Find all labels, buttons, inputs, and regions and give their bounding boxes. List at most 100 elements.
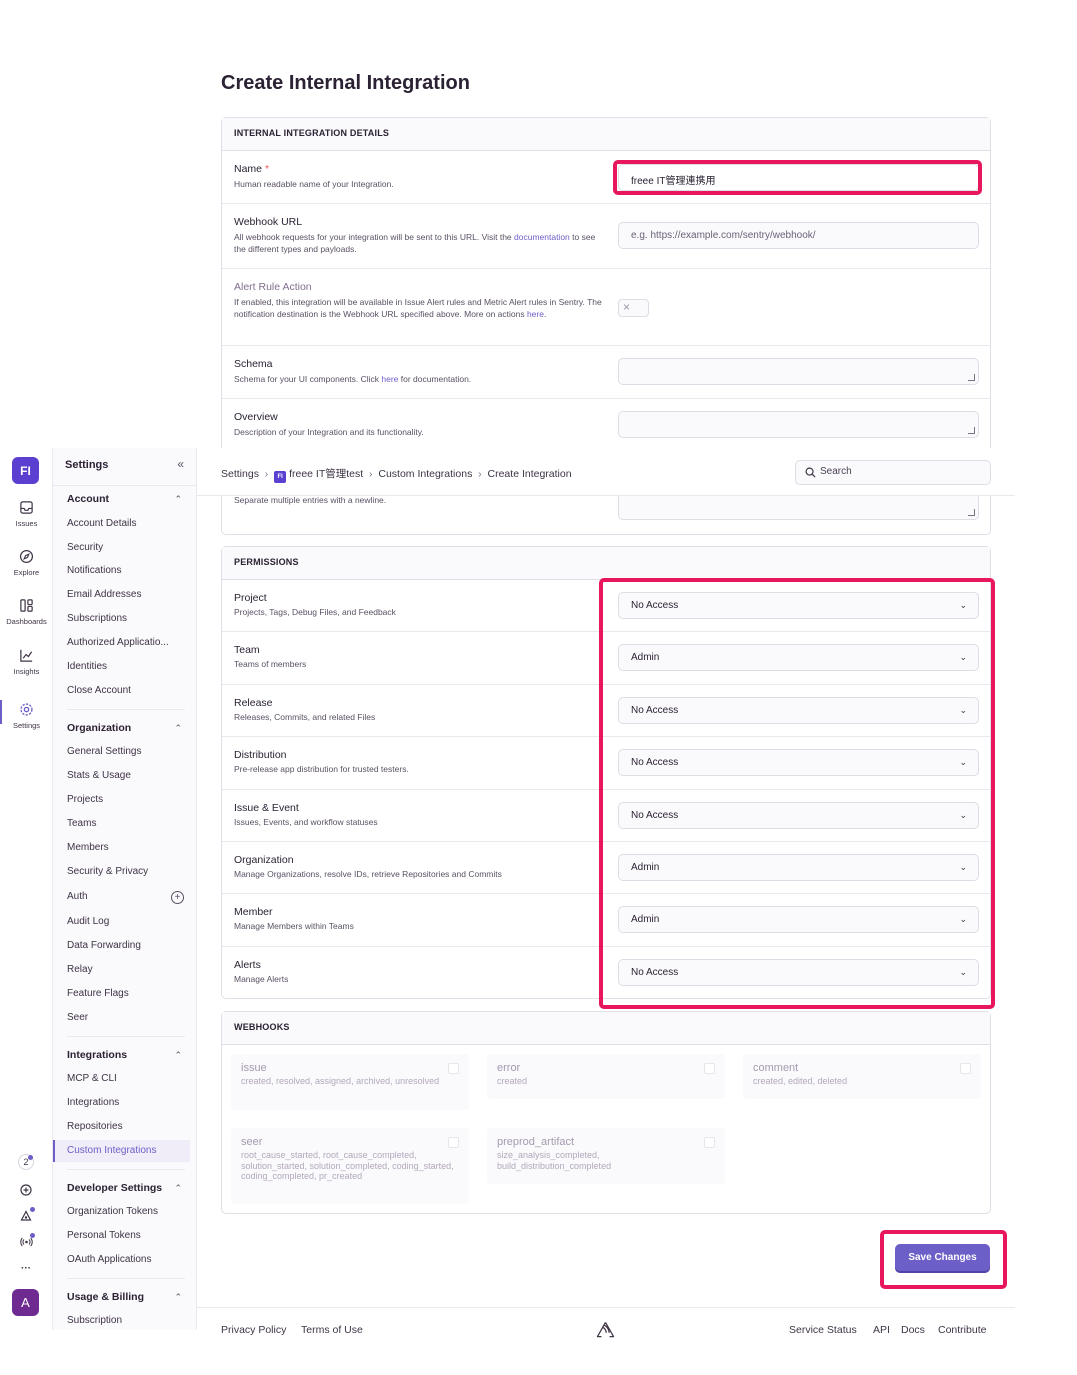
compass-icon xyxy=(19,549,34,564)
breadcrumb-settings[interactable]: Settings xyxy=(221,468,259,480)
section-integrations[interactable]: Integrations xyxy=(67,1049,127,1061)
sidebar-item-organization-tokens[interactable]: Organization Tokens xyxy=(67,1206,187,1217)
sidebar-item-feature-flags[interactable]: Feature Flags xyxy=(67,988,187,999)
permission-row: Issue & Event Issues, Events, and workflo… xyxy=(222,790,990,842)
partial-textarea[interactable] xyxy=(618,492,979,520)
sidebar-item-oauth-applications[interactable]: OAuth Applications xyxy=(67,1254,187,1265)
schema-here-link[interactable]: here xyxy=(381,374,398,384)
footer-privacy-link[interactable]: Privacy Policy xyxy=(221,1324,286,1336)
alert-rule-action-row: Alert Rule Action If enabled, this integ… xyxy=(222,269,990,346)
primary-nav-rail: FI Issues Explore Dashboards Insights Se… xyxy=(0,448,53,1330)
broadcast-icon[interactable] xyxy=(17,1207,35,1225)
permission-select[interactable]: No Access ⌄ xyxy=(618,696,979,724)
sidebar-item-repositories[interactable]: Repositories xyxy=(67,1121,187,1132)
sidebar-item-security[interactable]: Security xyxy=(67,542,187,553)
section-account[interactable]: Account xyxy=(67,493,109,505)
chevron-up-icon[interactable]: ⌃ xyxy=(174,723,182,734)
divider xyxy=(67,1036,185,1037)
chevron-down-icon: ⌄ xyxy=(959,600,967,610)
collapse-icon[interactable]: « xyxy=(177,457,184,471)
add-circle-icon[interactable] xyxy=(17,1181,35,1199)
footer-service-status-link[interactable]: Service Status xyxy=(789,1324,857,1336)
name-input[interactable]: freee IT管理連携用 xyxy=(618,164,979,191)
sidebar-item-subscriptions[interactable]: Subscriptions xyxy=(67,613,187,624)
permission-select[interactable]: Admin ⌄ xyxy=(618,906,979,934)
permission-select[interactable]: No Access ⌄ xyxy=(618,592,979,619)
sidebar-item-teams[interactable]: Teams xyxy=(67,818,187,829)
sidebar-item-stats-usage[interactable]: Stats & Usage xyxy=(67,770,187,781)
rail-issues[interactable]: Issues xyxy=(0,500,53,528)
sidebar-item-general-settings[interactable]: General Settings xyxy=(67,746,187,757)
help-icon[interactable]: 2 xyxy=(18,1154,34,1170)
alert-rule-action-toggle[interactable]: × xyxy=(618,299,649,317)
sidebar-item-identities[interactable]: Identities xyxy=(67,661,187,672)
sidebar-item-relay[interactable]: Relay xyxy=(67,964,187,975)
permission-select[interactable]: No Access ⌄ xyxy=(618,958,979,986)
webhook-preprod-artifact[interactable]: preprod_artifact size_analysis_completed… xyxy=(487,1128,725,1184)
webhook-issue-checkbox[interactable] xyxy=(448,1063,459,1074)
chevron-up-icon[interactable]: ⌃ xyxy=(174,1292,182,1303)
sidebar-item-security-privacy[interactable]: Security & Privacy xyxy=(67,866,187,877)
footer-terms-link[interactable]: Terms of Use xyxy=(301,1324,363,1336)
webhook-seer-checkbox[interactable] xyxy=(448,1137,459,1148)
schema-textarea[interactable] xyxy=(618,358,979,385)
org-switcher[interactable]: FI xyxy=(12,457,39,484)
chart-icon xyxy=(20,649,33,662)
webhook-comment[interactable]: comment created, edited, deleted xyxy=(743,1054,981,1099)
sidebar-item-projects[interactable]: Projects xyxy=(67,794,187,805)
permission-select[interactable]: Admin ⌄ xyxy=(618,853,979,881)
avatar[interactable]: A xyxy=(12,1289,39,1316)
sidebar-item-integrations[interactable]: Integrations xyxy=(67,1097,187,1108)
signal-icon[interactable] xyxy=(17,1233,35,1251)
sidebar-item-account-details[interactable]: Account Details xyxy=(67,518,187,529)
search-icon xyxy=(805,467,816,478)
save-changes-button[interactable]: Save Changes xyxy=(895,1244,990,1271)
sidebar-item-audit-log[interactable]: Audit Log xyxy=(67,916,187,927)
section-usage-billing[interactable]: Usage & Billing xyxy=(67,1291,144,1303)
footer-api-link[interactable]: API xyxy=(873,1324,890,1336)
search-input[interactable]: Search xyxy=(795,460,991,485)
sidebar-item-email-addresses[interactable]: Email Addresses xyxy=(67,589,187,600)
webhook-comment-checkbox[interactable] xyxy=(960,1063,971,1074)
breadcrumb-custom-integrations[interactable]: Custom Integrations xyxy=(378,468,472,480)
sidebar-item-members[interactable]: Members xyxy=(67,842,187,853)
footer-docs-link[interactable]: Docs xyxy=(901,1324,925,1336)
chevron-up-icon[interactable]: ⌃ xyxy=(174,494,182,505)
chevron-up-icon[interactable]: ⌃ xyxy=(174,1183,182,1194)
section-organization[interactable]: Organization xyxy=(67,722,131,734)
webhook-url-input[interactable]: e.g. https://example.com/sentry/webhook/ xyxy=(618,222,979,249)
breadcrumb-org[interactable]: freee IT管理test xyxy=(289,468,363,480)
chevron-up-icon[interactable]: ⌃ xyxy=(174,1050,182,1061)
more-icon[interactable]: ··· xyxy=(17,1259,35,1277)
rail-settings[interactable]: Settings xyxy=(0,702,53,730)
webhook-preprod-artifact-checkbox[interactable] xyxy=(704,1137,715,1148)
section-developer-settings[interactable]: Developer Settings xyxy=(67,1182,162,1194)
sidebar-item-mcp-cli[interactable]: MCP & CLI xyxy=(67,1073,187,1084)
documentation-link[interactable]: documentation xyxy=(514,232,570,242)
rail-explore[interactable]: Explore xyxy=(0,549,53,577)
permission-value: Admin xyxy=(631,914,660,926)
webhook-error[interactable]: error created xyxy=(487,1054,725,1099)
webhook-seer[interactable]: seer root_cause_started, root_cause_comp… xyxy=(231,1128,469,1204)
sidebar-item-seer[interactable]: Seer xyxy=(67,1012,187,1023)
sidebar-item-data-forwarding[interactable]: Data Forwarding xyxy=(67,940,187,951)
sidebar-item-personal-tokens[interactable]: Personal Tokens xyxy=(67,1230,187,1241)
permission-select[interactable]: No Access ⌄ xyxy=(618,749,979,777)
sidebar-item-subscription[interactable]: Subscription xyxy=(67,1315,187,1326)
schema-description: Schema for your UI components. Click her… xyxy=(234,374,472,384)
notification-dot xyxy=(28,1155,33,1160)
sidebar-item-notifications[interactable]: Notifications xyxy=(67,565,187,576)
permission-select[interactable]: Admin ⌄ xyxy=(618,644,979,672)
sidebar-item-auth[interactable]: Auth xyxy=(67,891,187,902)
sidebar-item-close-account[interactable]: Close Account xyxy=(67,685,187,696)
rail-dashboards[interactable]: Dashboards xyxy=(0,598,53,626)
webhook-error-checkbox[interactable] xyxy=(704,1063,715,1074)
sidebar-item-authorized-applications[interactable]: Authorized Applicatio... xyxy=(67,637,187,648)
webhook-issue[interactable]: issue created, resolved, assigned, archi… xyxy=(231,1054,469,1110)
sidebar-item-custom-integrations[interactable]: Custom Integrations xyxy=(67,1145,187,1156)
overview-textarea[interactable] xyxy=(618,411,979,438)
rail-insights[interactable]: Insights xyxy=(0,648,53,676)
alert-here-link[interactable]: here xyxy=(527,309,544,319)
footer-contribute-link[interactable]: Contribute xyxy=(938,1324,986,1336)
permission-select[interactable]: No Access ⌄ xyxy=(618,801,979,829)
